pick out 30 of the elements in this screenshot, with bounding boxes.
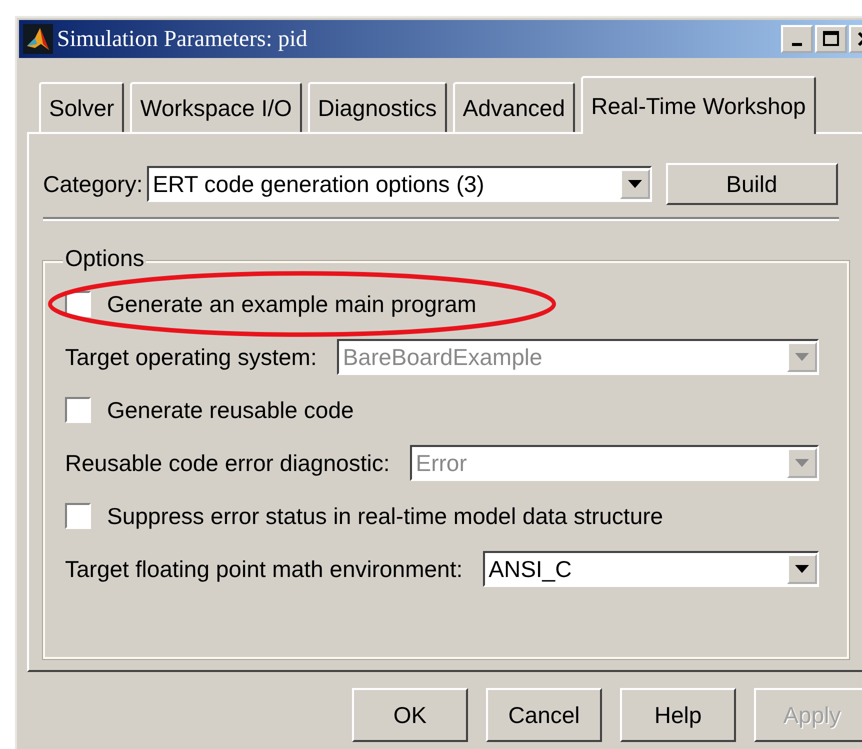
checkbox-label: Generate reusable code xyxy=(107,396,354,424)
dropdown[interactable]: ANSI_C xyxy=(482,551,819,587)
dropdown-arrow-icon xyxy=(795,353,809,361)
tab[interactable]: Advanced xyxy=(452,82,576,132)
dropdown-arrow-icon xyxy=(795,565,809,573)
dialog-button[interactable]: OK xyxy=(352,688,468,742)
category-label: Category: xyxy=(43,170,143,198)
dropdown-arrow-icon xyxy=(628,180,642,188)
field-label: Target operating system: xyxy=(65,344,317,370)
tab[interactable]: Real-Time Workshop xyxy=(581,76,816,134)
field-label: Target floating point math environment: xyxy=(65,556,463,582)
checkbox[interactable] xyxy=(65,397,91,423)
minimize-icon xyxy=(792,42,802,46)
app-icon xyxy=(23,24,53,54)
checkbox-label: Suppress error status in real-time model data structure xyxy=(107,502,664,530)
tab[interactable]: Solver xyxy=(39,82,124,132)
tab[interactable]: Diagnostics xyxy=(308,82,447,132)
dialog-button[interactable]: Cancel xyxy=(486,688,602,742)
minimize-button[interactable] xyxy=(781,25,813,53)
checkbox-label: Generate an example main program xyxy=(107,290,476,318)
dialog-button[interactable]: Help xyxy=(620,688,736,742)
maximize-icon xyxy=(821,29,841,49)
window-title: Simulation Parameters: pid xyxy=(57,26,308,52)
category-dropdown[interactable]: ERT code generation options (3) xyxy=(146,166,652,202)
field-label: Reusable code error diagnostic: xyxy=(65,450,390,476)
maximize-button[interactable] xyxy=(815,25,847,53)
build-button[interactable]: Build xyxy=(666,163,838,205)
checkbox[interactable] xyxy=(65,503,91,529)
tab[interactable]: Workspace I/O xyxy=(130,82,302,132)
dropdown-arrow-icon xyxy=(795,459,809,467)
